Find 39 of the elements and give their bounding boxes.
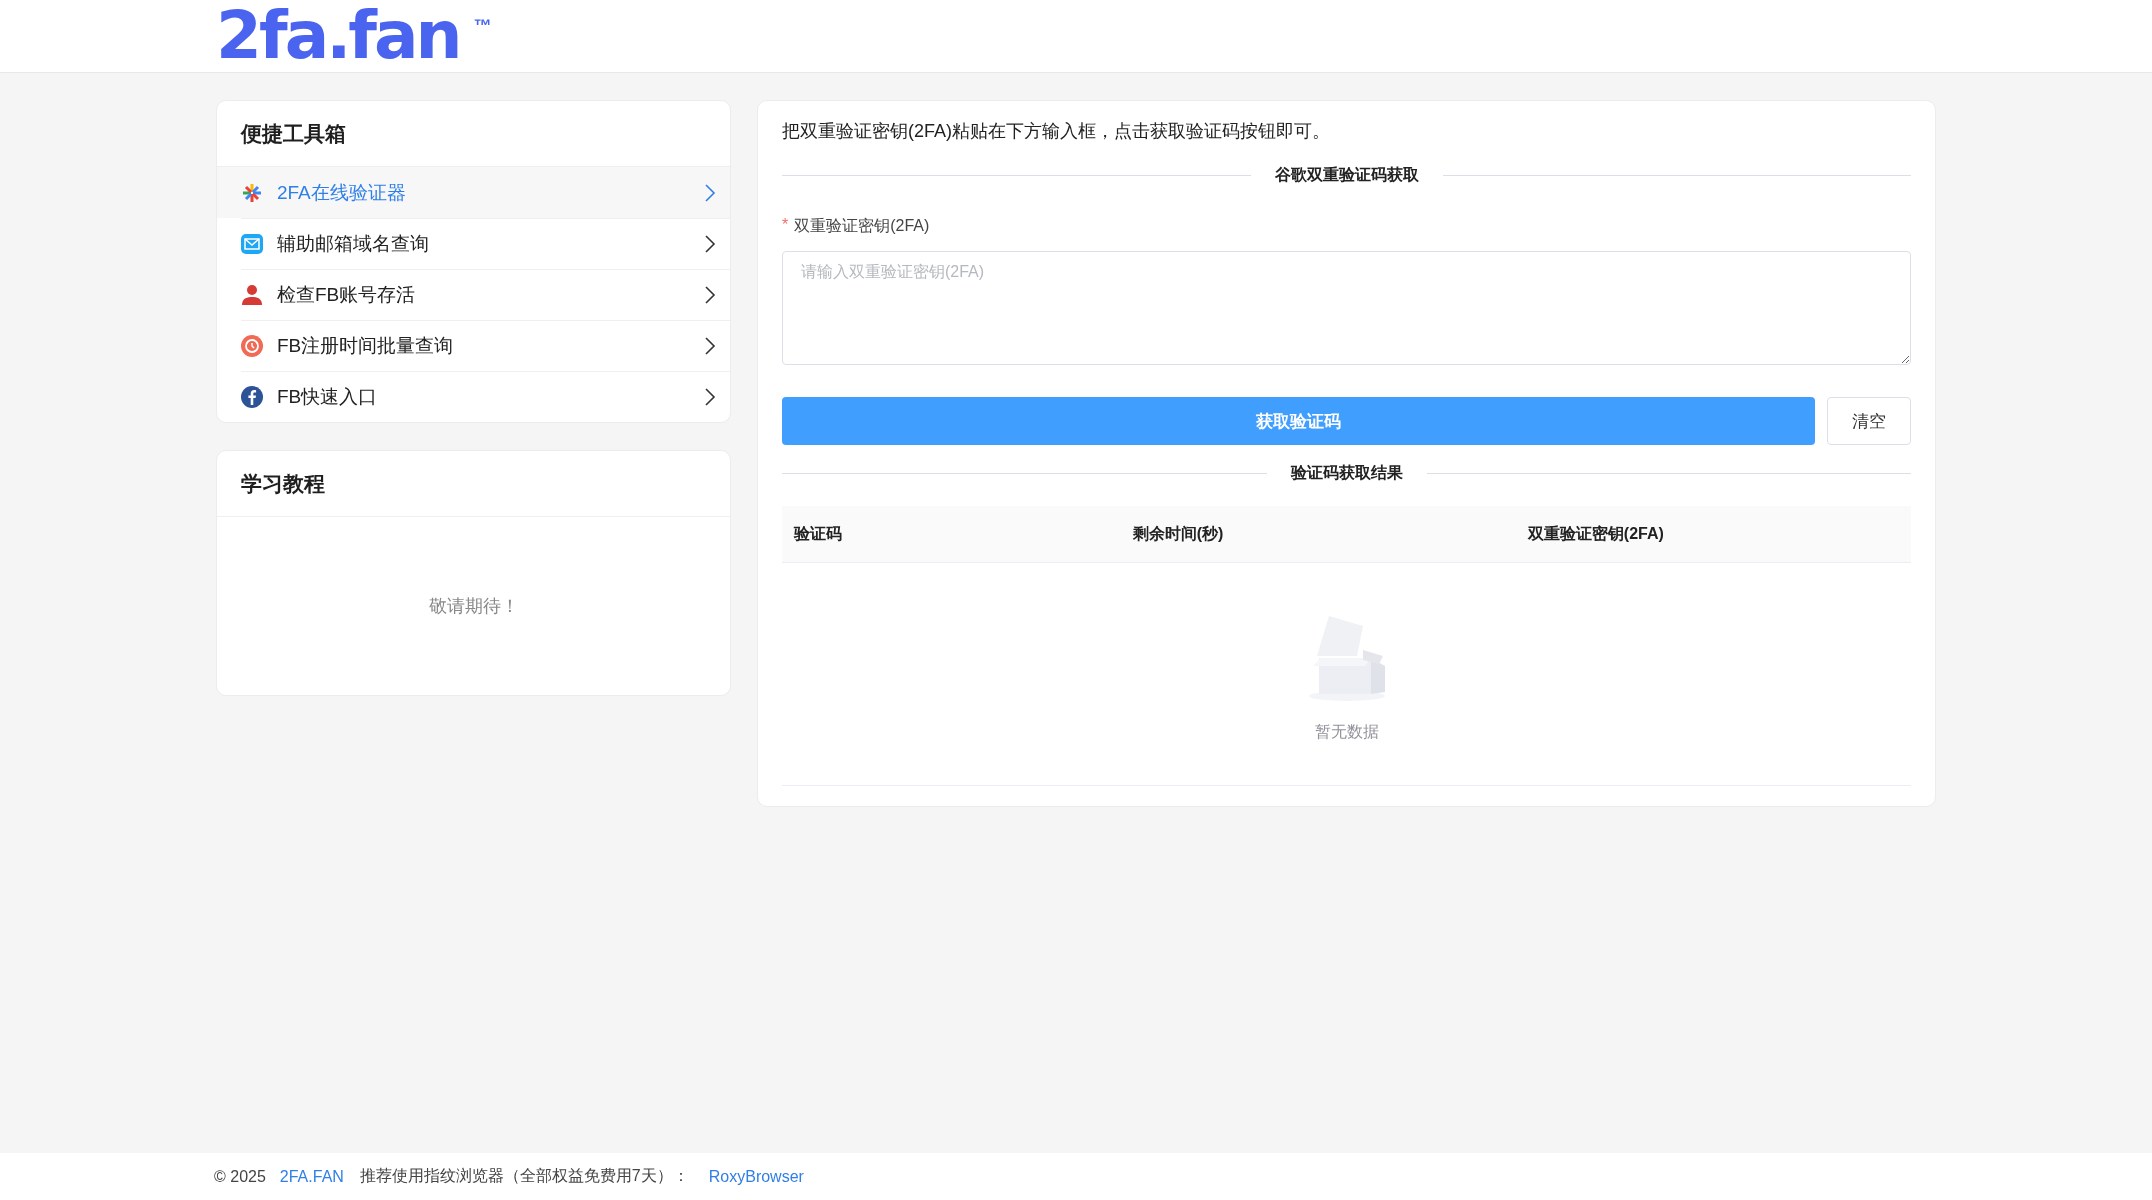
chevron-right-icon (704, 233, 716, 254)
empty-message: 暂无数据 (1314, 721, 1379, 742)
logo[interactable]: 2fa.fan (216, 3, 460, 69)
person-icon (241, 283, 263, 306)
menu-item[interactable]: FB注册时间批量查询 (217, 320, 730, 371)
promo-text: 推荐使用指纹浏览器（全部权益免费用7天）： (359, 1166, 689, 1186)
clear-button[interactable]: 清空 (1827, 397, 1911, 445)
chevron-right-icon (704, 284, 716, 305)
copyright-text: © 2025 (214, 1167, 266, 1186)
intro-text: 把双重验证密钥(2FA)粘贴在下方输入框，点击获取验证码按钮即可。 (782, 120, 1331, 143)
field-label: 双重验证密钥(2FA) (794, 216, 930, 236)
section-title: 验证码获取结果 (1290, 463, 1403, 483)
chevron-right-icon (704, 386, 716, 407)
empty-message: 敬请期待！ (428, 595, 519, 618)
menu-item-label: 检查FB账号存活 (277, 282, 417, 307)
menu-item[interactable]: 辅助邮箱域名查询 (217, 218, 730, 269)
facebook-icon (241, 385, 263, 408)
column-header: 验证码 (792, 523, 843, 544)
site-link[interactable]: 2FA.FAN (279, 1167, 344, 1186)
chevron-right-icon (704, 182, 716, 203)
menu-item-label: FB快速入口 (277, 384, 379, 409)
menu-item-label: 辅助邮箱域名查询 (277, 231, 430, 256)
column-header: 双重验证密钥(2FA) (1526, 523, 1665, 544)
column-header: 剩余时间(秒) (1131, 523, 1225, 544)
section-title: 谷歌双重验证码获取 (1274, 165, 1419, 185)
menu-item-label: 2FA在线验证器 (277, 180, 407, 205)
clock-icon (241, 334, 263, 357)
secret-key-field[interactable]: 请输入双重验证密钥(2FA) (782, 251, 1911, 365)
card-title: 学习教程 (217, 451, 730, 517)
menu-item[interactable]: 检查FB账号存活 (217, 269, 730, 320)
asterisk-icon (241, 181, 263, 204)
chevron-right-icon (704, 335, 716, 356)
trademark-mark: ™ (473, 16, 492, 37)
menu-item[interactable]: 2FA在线验证器 (217, 167, 730, 218)
required-mark: * (782, 216, 789, 235)
menu-item[interactable]: FB快速入口 (217, 371, 730, 422)
browser-link[interactable]: RoxyBrowser (708, 1167, 804, 1186)
mail-icon (241, 232, 263, 255)
menu-item-label: FB注册时间批量查询 (277, 333, 455, 358)
